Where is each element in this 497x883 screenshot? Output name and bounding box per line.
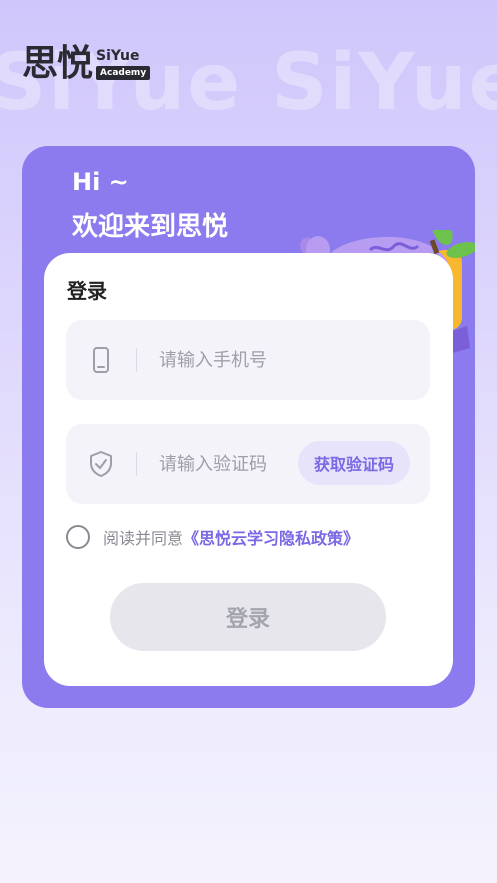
field-divider: [136, 348, 137, 372]
login-button[interactable]: 登录: [110, 583, 386, 651]
brand-logo: 思悦 SiYue Academy: [22, 43, 151, 84]
agreement-prefix: 阅读并同意: [103, 529, 184, 548]
phone-input[interactable]: [157, 348, 311, 372]
brand-subtitle: Academy: [96, 66, 151, 80]
code-field[interactable]: 获取验证码: [66, 424, 430, 504]
greeting-hi: Hi ~: [72, 168, 129, 196]
code-input[interactable]: [157, 452, 311, 476]
get-code-button[interactable]: 获取验证码: [297, 441, 410, 485]
privacy-policy-link[interactable]: 《思悦云学习隐私政策》: [183, 525, 359, 549]
agreement-row: 阅读并同意 《思悦云学习隐私政策》: [66, 525, 359, 549]
brand-name-cn: 思悦: [22, 43, 93, 84]
phone-icon: [66, 347, 136, 373]
phone-field[interactable]: [66, 320, 430, 400]
shield-icon: [66, 451, 136, 477]
login-title: 登录: [67, 279, 107, 303]
greeting-welcome: 欢迎来到思悦: [72, 212, 229, 242]
brand-name-en: SiYue: [96, 48, 140, 64]
login-card: 登录 获取验证码 阅读并同意 《思悦云学习隐私政策》 登录: [44, 253, 453, 686]
agreement-checkbox[interactable]: [66, 525, 90, 549]
field-divider: [136, 452, 137, 476]
